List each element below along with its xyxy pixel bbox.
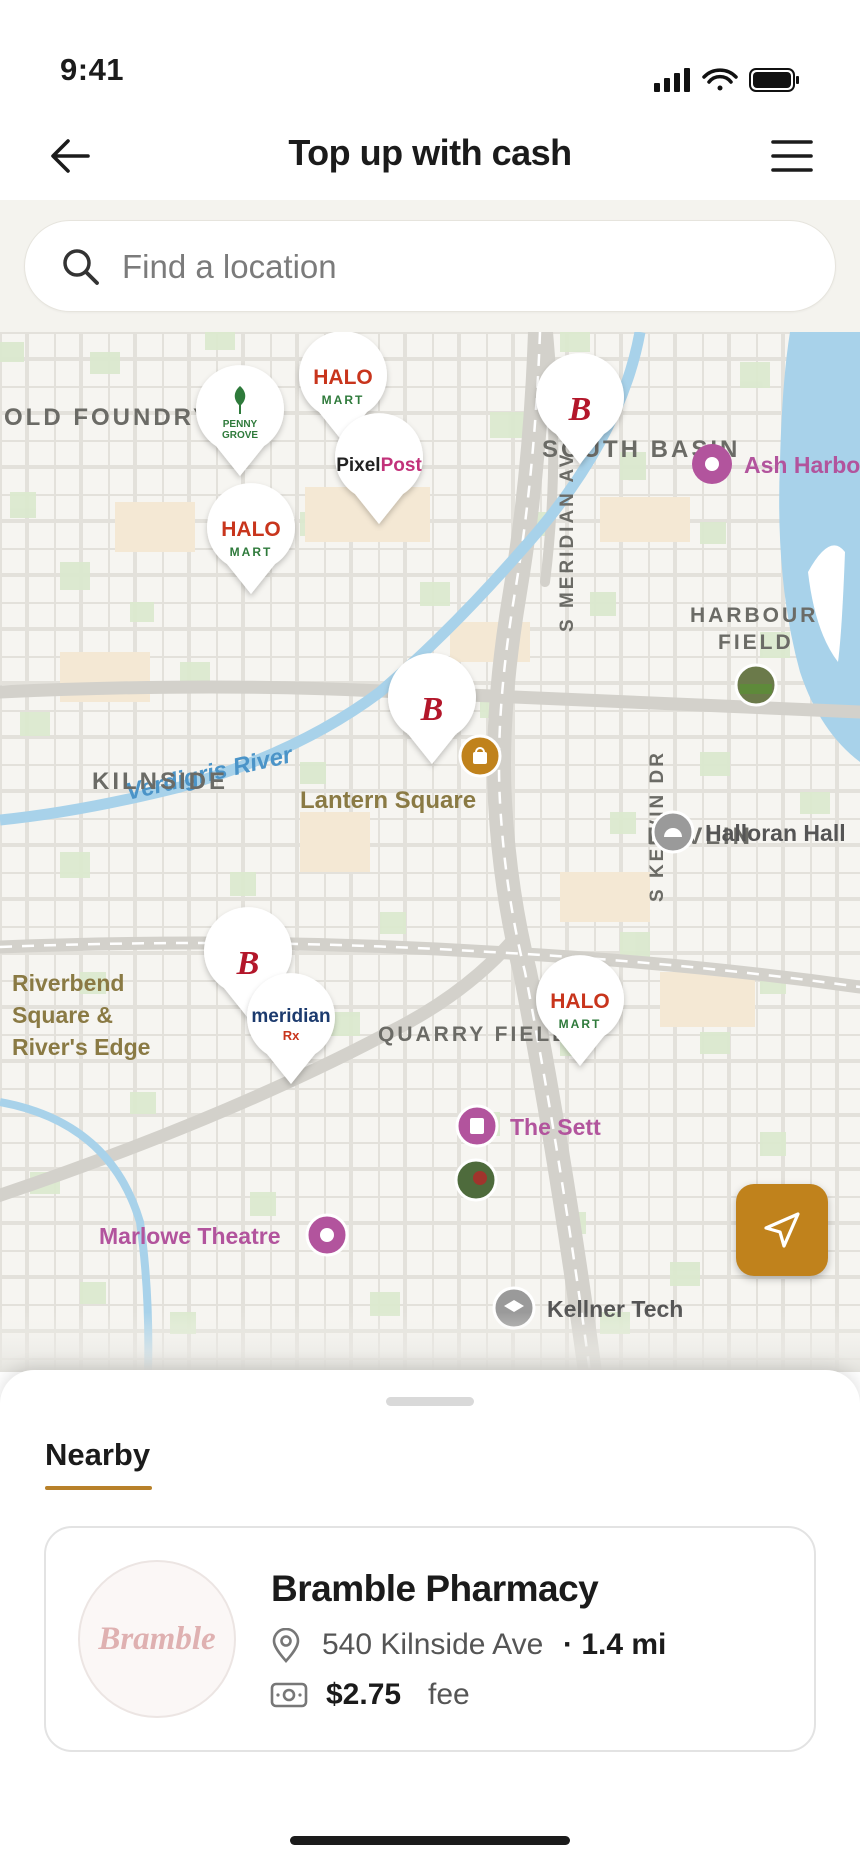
pin-label: MART [559, 1017, 602, 1031]
sheet-drag-handle[interactable] [386, 1397, 474, 1406]
pin-label: B [236, 945, 260, 982]
location-fee: $2.75 [326, 1678, 402, 1711]
poi-label: Square & [12, 1002, 113, 1028]
tab-active-indicator [45, 1486, 152, 1490]
area-label-old-foundry: OLD FOUNDRY [4, 404, 212, 431]
pin-label: MART [230, 545, 273, 559]
location-address: 540 Kilnside Ave [322, 1628, 544, 1661]
menu-icon[interactable] [770, 138, 814, 174]
poi-harbour-field-photo[interactable] [734, 663, 778, 707]
map-view[interactable]: Verdigris River OLD FOUNDRY SOUTH BASIN … [0, 332, 860, 1372]
navigation-arrow-icon [764, 1212, 800, 1248]
poi-quarry-field-photo[interactable] [454, 1158, 498, 1202]
pin-label: Post [381, 455, 423, 476]
location-pin-icon [272, 1628, 300, 1663]
street-label-meridian: S MERIDIAN AV [557, 452, 578, 632]
pin-label: MART [322, 393, 365, 407]
poi-label: River's Edge [12, 1034, 150, 1060]
home-indicator[interactable] [290, 1836, 570, 1845]
pin-label: PENNY [223, 419, 258, 430]
location-name: Bramble Pharmacy [271, 1568, 599, 1609]
pin-label: GROVE [222, 430, 258, 441]
status-time: 9:41 [60, 52, 125, 87]
area-label-quarry-field: QUARRY FIELD [378, 1023, 570, 1046]
poi-label: Ash Harbo [744, 452, 860, 478]
wifi-icon [702, 68, 738, 91]
poi-label: The Sett [510, 1114, 601, 1140]
svg-text:PixelPost: PixelPost [336, 455, 422, 476]
pin-label: B [420, 691, 444, 728]
location-distance: · 1.4 mi [563, 1628, 667, 1661]
status-icons [654, 68, 799, 92]
fee-label: fee [428, 1678, 470, 1711]
search-icon [63, 249, 99, 285]
pin-label: meridian [251, 1006, 330, 1027]
logo-text: Bramble [98, 1620, 216, 1657]
poi-label: Marlowe Theatre [99, 1223, 281, 1249]
pin-label: Rx [283, 1028, 300, 1043]
poi-label: Riverbend [12, 970, 124, 996]
pin-label: Pixel [336, 455, 380, 476]
area-label-field: FIELD [718, 631, 794, 654]
poi-label: Halloran Hall [705, 820, 846, 846]
pin-label: HALO [313, 366, 373, 389]
battery-icon [749, 68, 799, 92]
area-label-harbour: HARBOUR [690, 604, 818, 627]
tab-nearby[interactable]: Nearby [45, 1437, 150, 1473]
area-label-kilnside: KILNSIDE [92, 768, 228, 795]
search-placeholder: Find a location [122, 248, 337, 285]
location-logo: Bramble [78, 1560, 236, 1718]
signal-icon [654, 68, 690, 92]
pin-label: HALO [221, 518, 281, 541]
poi-label: Lantern Square [300, 787, 476, 814]
pin-label: HALO [550, 990, 610, 1013]
page-title: Top up with cash [288, 132, 572, 173]
my-location-button[interactable] [736, 1184, 828, 1276]
pin-label: B [568, 391, 592, 428]
cash-icon [270, 1682, 308, 1708]
